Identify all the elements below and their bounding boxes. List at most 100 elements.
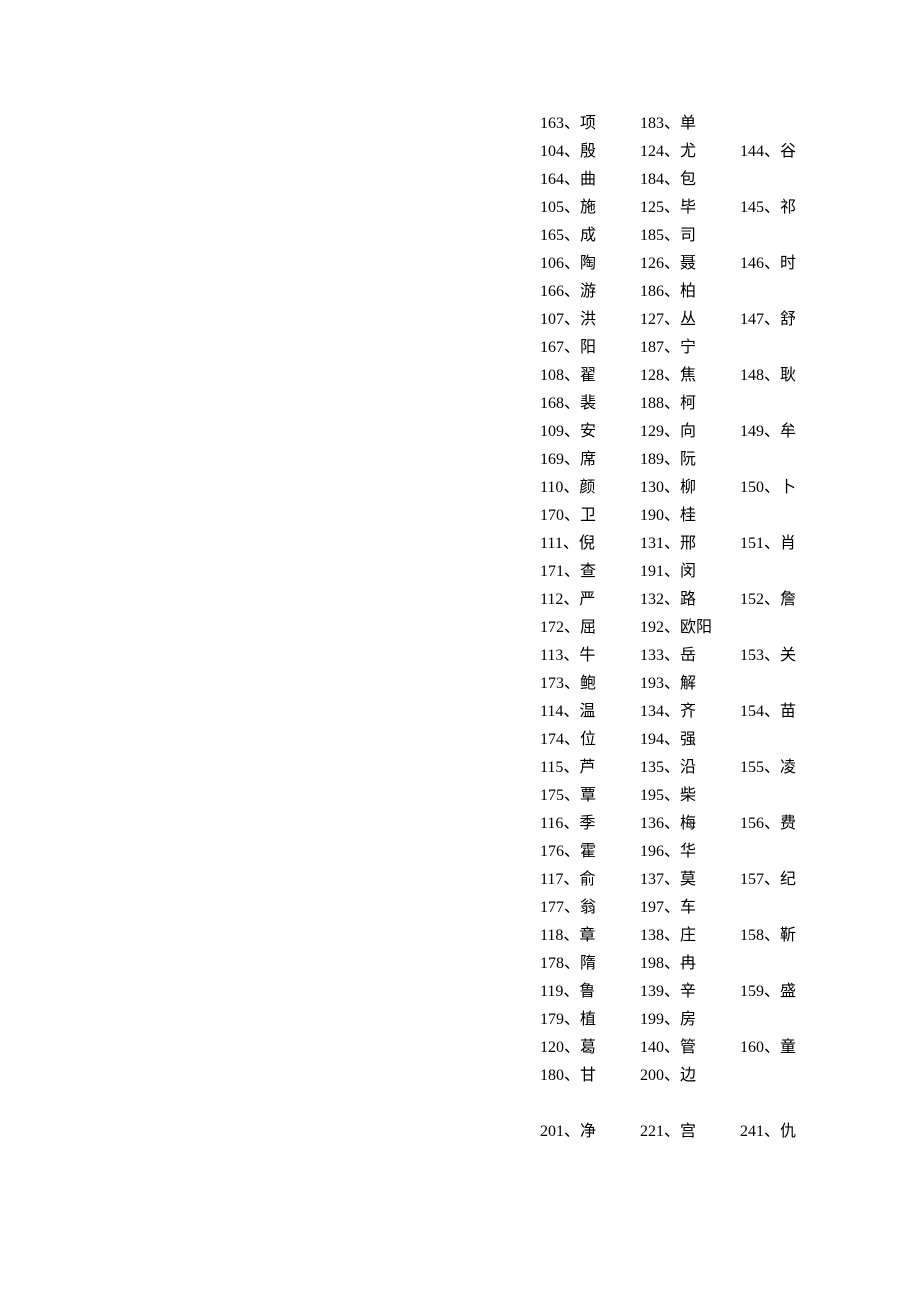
cell-c3 [740,390,840,418]
list-row: 106、陶126、聂146、时 [540,250,880,278]
cell-c3: 159、盛 [740,978,840,1006]
list-row: 120、葛140、管160、童 [540,1034,880,1062]
cell-c1: 172、屈 [540,614,640,642]
list-row: 178、隋198、冉 [540,950,880,978]
surname-list: 163、项183、单104、殷124、尤144、谷164、曲184、包105、施… [540,110,880,1146]
cell-c1: 108、翟 [540,362,640,390]
cell-c3 [740,278,840,306]
list-row: 104、殷124、尤144、谷 [540,138,880,166]
cell-c2: 187、宁 [640,334,740,362]
cell-c3 [740,502,840,530]
cell-c2: 191、闵 [640,558,740,586]
cell-c3: 147、舒 [740,306,840,334]
cell-c1: 114、温 [540,698,640,726]
list-row: 164、曲184、包 [540,166,880,194]
cell-c3 [740,110,840,138]
cell-c2: 128、焦 [640,362,740,390]
cell-c1: 173、鲍 [540,670,640,698]
list-row: 109、安129、向149、牟 [540,418,880,446]
cell-c1: 174、位 [540,726,640,754]
cell-c1: 117、俞 [540,866,640,894]
cell-c3: 156、费 [740,810,840,838]
cell-c3: 144、谷 [740,138,840,166]
list-row: 179、植199、房 [540,1006,880,1034]
list-row: 165、成185、司 [540,222,880,250]
list-row: 107、洪127、丛147、舒 [540,306,880,334]
cell-c1: 168、裴 [540,390,640,418]
cell-c3: 152、詹 [740,586,840,614]
cell-c3: 149、牟 [740,418,840,446]
cell-c2: 190、桂 [640,502,740,530]
cell-c1: 104、殷 [540,138,640,166]
cell-c1: 178、隋 [540,950,640,978]
cell-c2: 194、强 [640,726,740,754]
list-row: 105、施125、毕145、祁 [540,194,880,222]
cell-c3 [740,558,840,586]
cell-c2: 188、柯 [640,390,740,418]
cell-c2: 132、路 [640,586,740,614]
cell-c2: 200、边 [640,1062,740,1090]
cell-c3: 146、时 [740,250,840,278]
cell-c1: 167、阳 [540,334,640,362]
cell-c1: 119、鲁 [540,978,640,1006]
cell-c1: 163、项 [540,110,640,138]
cell-c3 [740,726,840,754]
cell-c2: 131、邢 [640,530,740,558]
list-row: 113、牛133、岳153、关 [540,642,880,670]
cell-c3: 145、祁 [740,194,840,222]
cell-c1: 180、甘 [540,1062,640,1090]
list-row: 118、章138、庄158、靳 [540,922,880,950]
cell-c1: 170、卫 [540,502,640,530]
cell-c3 [740,838,840,866]
cell-c2: 125、毕 [640,194,740,222]
cell-c3: 158、靳 [740,922,840,950]
cell-c1: 169、席 [540,446,640,474]
list-row: 110、颜130、柳150、卜 [540,474,880,502]
cell-c3: 153、关 [740,642,840,670]
cell-c1: 164、曲 [540,166,640,194]
cell-c3: 241、仇 [740,1118,840,1146]
cell-c3: 148、耿 [740,362,840,390]
cell-c1: 107、洪 [540,306,640,334]
cell-c2: 135、沿 [640,754,740,782]
cell-c1: 112、严 [540,586,640,614]
cell-c1: 116、季 [540,810,640,838]
cell-c2: 185、司 [640,222,740,250]
cell-c2: 186、柏 [640,278,740,306]
list-row: 173、鲍193、解 [540,670,880,698]
cell-c2: 134、齐 [640,698,740,726]
cell-c2: 127、丛 [640,306,740,334]
cell-c1: 166、游 [540,278,640,306]
list-row: 112、严132、路152、詹 [540,586,880,614]
cell-c2: 192、欧阳 [640,614,740,642]
list-row: 117、俞137、莫157、纪 [540,866,880,894]
list-row: 163、项183、单 [540,110,880,138]
cell-c1: 177、翁 [540,894,640,922]
cell-c1: 111、倪 [540,530,640,558]
cell-c2: 129、向 [640,418,740,446]
cell-c2: 198、冉 [640,950,740,978]
cell-c2: 137、莫 [640,866,740,894]
cell-c1: 171、查 [540,558,640,586]
cell-c2: 221、宫 [640,1118,740,1146]
cell-c2: 196、华 [640,838,740,866]
cell-c1: 105、施 [540,194,640,222]
list-row: 111、倪131、邢151、肖 [540,530,880,558]
cell-c3 [740,614,840,642]
cell-c1: 118、章 [540,922,640,950]
cell-c3 [740,1062,840,1090]
list-row-last: 201、净 221、宫 241、仇 [540,1118,880,1146]
cell-c1: 201、净 [540,1118,640,1146]
cell-c2: 183、单 [640,110,740,138]
cell-c2: 126、聂 [640,250,740,278]
cell-c3: 154、苗 [740,698,840,726]
cell-c2: 124、尤 [640,138,740,166]
rows-container: 163、项183、单104、殷124、尤144、谷164、曲184、包105、施… [540,110,880,1090]
cell-c3 [740,670,840,698]
list-row: 166、游186、柏 [540,278,880,306]
cell-c3: 151、肖 [740,530,840,558]
cell-c3: 155、凌 [740,754,840,782]
blank-gap [540,1090,880,1118]
list-row: 169、席189、阮 [540,446,880,474]
cell-c3 [740,222,840,250]
